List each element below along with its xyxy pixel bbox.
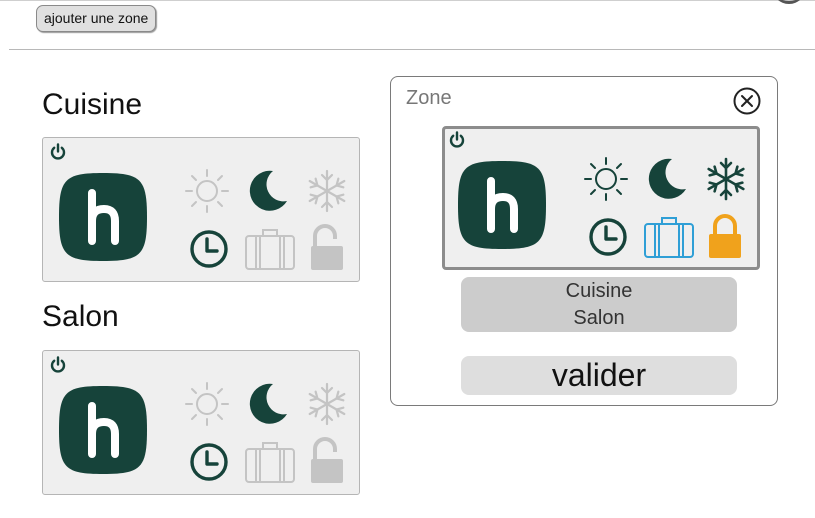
suitcase-icon[interactable] [244,439,296,485]
suitcase-icon[interactable] [244,226,296,272]
sun-icon[interactable] [582,155,630,203]
panel-title: Zone [406,87,452,109]
lock-icon[interactable] [707,212,743,260]
zone-panel: Zone Cuisine Salon valider [390,76,778,406]
selected-zone-item: Cuisine [565,280,633,302]
h-logo-icon [59,173,147,261]
selected-zones-list[interactable]: Cuisine Salon [461,277,737,332]
valider-button[interactable]: valider [461,356,737,395]
snowflake-icon[interactable] [702,155,750,203]
top-rule [0,0,815,1]
clock-icon[interactable] [188,441,230,483]
clock-icon[interactable] [587,216,629,258]
snowflake-icon[interactable] [303,380,351,428]
moon-icon[interactable] [642,155,690,203]
h-logo-icon [59,386,147,474]
snowflake-icon[interactable] [303,167,351,215]
zone-card-salon[interactable] [42,350,360,495]
h-logo-icon [458,161,546,249]
zone-title-salon: Salon [42,300,119,333]
sun-icon[interactable] [183,167,231,215]
selected-zone-item: Salon [573,307,625,329]
power-icon[interactable] [447,130,467,150]
suitcase-icon[interactable] [643,214,695,260]
power-icon[interactable] [48,355,68,375]
panel-mode-card[interactable] [442,126,760,270]
separator [9,49,815,50]
moon-icon[interactable] [243,167,291,215]
lock-icon[interactable] [309,437,345,485]
clock-icon[interactable] [188,228,230,270]
zone-title-cuisine: Cuisine [42,88,143,121]
close-icon[interactable] [732,86,762,116]
power-icon[interactable] [48,142,68,162]
sun-icon[interactable] [183,380,231,428]
moon-icon[interactable] [243,380,291,428]
lock-icon[interactable] [309,224,345,272]
add-zone-button[interactable]: ajouter une zone [36,5,157,32]
zone-card-cuisine[interactable] [42,137,360,282]
